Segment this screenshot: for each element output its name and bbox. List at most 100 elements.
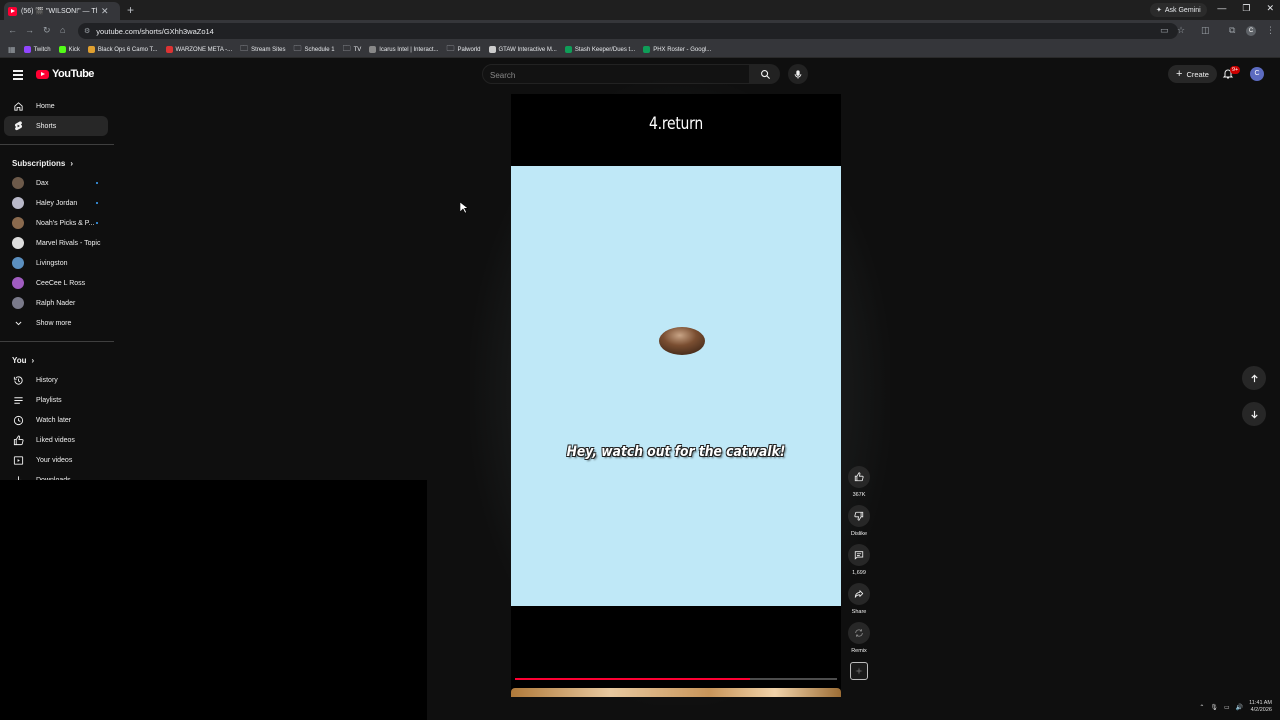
show-more-button[interactable]: Show more <box>0 313 108 333</box>
comment-count: 1,699 <box>852 570 866 576</box>
subscriptions-header[interactable]: Subscriptions › <box>0 153 116 173</box>
sidebar-subscription-item[interactable]: Ralph Nader <box>0 293 108 313</box>
sidebar-subscription-item[interactable]: Dax <box>0 173 108 193</box>
youtube-logo[interactable]: YouTube <box>36 68 94 80</box>
progress-bar[interactable] <box>515 678 837 680</box>
you-header[interactable]: You › <box>0 350 116 370</box>
bookmark-label: Icarus Intel | Interact... <box>379 46 439 53</box>
sidebar-item-label: Marvel Rivals - Topic <box>36 239 101 247</box>
bookmark-item[interactable]: WARZONE META -... <box>165 46 232 53</box>
bookmark-item[interactable]: Kick <box>58 46 80 53</box>
tray-chevron-icon[interactable]: ⌃ <box>1199 704 1204 711</box>
video-caption: Hey, watch out for the catwalk! <box>566 444 786 460</box>
sidebar-item-home[interactable]: Home <box>0 96 108 116</box>
bookmark-item[interactable]: Black Ops 6 Camo T... <box>87 46 158 53</box>
history-icon <box>12 374 24 386</box>
bookmark-item[interactable]: Twitch <box>23 46 51 53</box>
you-title: You <box>12 355 27 365</box>
sidebar-item-liked-videos[interactable]: Liked videos <box>0 430 108 450</box>
minimize-icon[interactable]: — <box>1217 3 1226 14</box>
like-action: 367K <box>847 466 871 505</box>
bookmark-item[interactable]: 🗀 Stream Sites <box>240 43 285 57</box>
sidebar-item-history[interactable]: History <box>0 370 108 390</box>
volume-icon[interactable]: 🔊 <box>1236 704 1243 711</box>
video-frame[interactable]: Hey, watch out for the catwalk! <box>511 166 841 606</box>
share-button[interactable] <box>848 583 870 605</box>
comment-icon <box>854 551 864 560</box>
youtube-logo-icon <box>36 69 49 79</box>
arrow-down-icon <box>1250 410 1258 419</box>
cast-icon[interactable]: ▭ <box>1160 25 1169 36</box>
site-info-icon[interactable]: ⚙ <box>84 27 90 35</box>
remix-icon <box>855 629 863 637</box>
chevron-right-icon: › <box>70 158 74 168</box>
bookmark-item[interactable]: 🗀 TV <box>343 43 362 57</box>
sidebar-item-your-videos[interactable]: Your videos <box>0 450 108 470</box>
bookmark-item[interactable]: 🗀 Schedule 1 <box>294 43 335 57</box>
browser-menu-icon[interactable]: ⋮ <box>1266 25 1275 36</box>
channel-avatar <box>12 297 24 309</box>
apps-grid-icon[interactable]: ▦ <box>8 45 16 54</box>
show-more-label: Show more <box>36 319 72 327</box>
sidebar-subscription-item[interactable]: Haley Jordan <box>0 193 108 213</box>
bookmark-item[interactable]: Stash Keeper/Dues t... <box>564 46 635 53</box>
bookmark-item[interactable]: 🗀 Palworld <box>446 43 480 57</box>
restore-icon[interactable]: ❐ <box>1242 3 1250 14</box>
sidebar-item-shorts[interactable]: Shorts <box>4 116 108 136</box>
address-bar[interactable]: ⚙ youtube.com/shorts/GXhh3waZo14 <box>78 23 1178 39</box>
mic-tray-icon[interactable]: 🎙 <box>1210 704 1218 711</box>
next-short-preview[interactable] <box>511 688 841 697</box>
original-sound-button[interactable] <box>850 662 868 680</box>
next-short-button[interactable] <box>1242 402 1266 426</box>
video-heading-text: 4.return <box>649 114 703 134</box>
account-avatar[interactable]: C <box>1250 67 1264 81</box>
bookmarks-bar: ▦ Twitch Kick Black Ops 6 Camo T... WARZONE … <box>0 42 1280 58</box>
clock[interactable]: 11:41 AM 4/2/2026 <box>1249 700 1272 714</box>
bookmark-item[interactable]: Icarus Intel | Interact... <box>369 46 438 53</box>
watch-later-icon <box>12 414 24 426</box>
browser-tab[interactable]: (56) 🎬 "WILSON!" — The ✕ <box>4 2 120 20</box>
sidebar-subscription-item[interactable]: CeeCee L Ross <box>0 273 108 293</box>
back-icon[interactable]: ← <box>8 25 17 35</box>
new-tab-button[interactable]: + <box>127 3 134 17</box>
remix-button[interactable] <box>848 622 870 644</box>
previous-short-button[interactable] <box>1242 366 1266 390</box>
bookmark-label: Kick <box>68 46 80 53</box>
browser-profile-avatar[interactable]: C <box>1246 26 1256 36</box>
tab-close-icon[interactable]: ✕ <box>101 6 109 17</box>
sidebar-item-label: Haley Jordan <box>36 199 78 207</box>
comments-button[interactable] <box>848 544 870 566</box>
sidebar-subscription-item[interactable]: Noah's Picks & P... <box>0 213 108 233</box>
bookmark-item[interactable]: PHX Roster - Googl... <box>643 46 711 53</box>
forward-icon[interactable]: → <box>25 25 34 35</box>
ask-gemini-button[interactable]: ✦ Ask Gemini <box>1150 3 1207 17</box>
bookmark-star-icon[interactable]: ☆ <box>1177 25 1185 36</box>
extensions-icon[interactable]: ⧉ <box>1229 25 1235 36</box>
share-label: Share <box>851 609 867 615</box>
dislike-button[interactable] <box>848 505 870 527</box>
create-button[interactable]: + Create <box>1168 65 1217 83</box>
network-icon[interactable]: ▭ <box>1224 704 1230 711</box>
close-window-icon[interactable]: ✕ <box>1266 3 1274 14</box>
bookmark-item[interactable]: GTAW Interactive M... <box>488 46 557 53</box>
tab-title: (56) 🎬 "WILSON!" — The <box>21 8 97 15</box>
empty-black-panel <box>0 480 427 720</box>
reload-icon[interactable]: ↻ <box>43 25 51 36</box>
menu-icon[interactable] <box>13 70 23 82</box>
shorts-player[interactable]: 4.return Hey, watch out for the catwalk! <box>511 94 841 697</box>
bookmark-label: GTAW Interactive M... <box>498 46 557 53</box>
sidebar-item-watch-later[interactable]: Watch later <box>0 410 108 430</box>
home-browser-icon[interactable]: ⌂ <box>60 25 65 35</box>
share-action: Share <box>847 583 871 622</box>
sidebar-subscription-item[interactable]: Livingston <box>0 253 108 273</box>
youtube-logo-text: YouTube <box>52 68 94 80</box>
gemini-icon: ✦ <box>1156 7 1162 14</box>
like-button[interactable] <box>848 466 870 488</box>
folder-icon: 🗀 <box>446 43 455 53</box>
sidebar-subscription-item[interactable]: Marvel Rivals - Topic <box>0 233 108 253</box>
sidebar-item-playlists[interactable]: Playlists <box>0 390 108 410</box>
split-view-icon[interactable]: ◫ <box>1201 25 1210 36</box>
folder-icon: 🗀 <box>293 43 302 53</box>
bookmark-label: PHX Roster - Googl... <box>653 46 712 53</box>
window-controls: — ❐ ✕ <box>1217 3 1274 14</box>
